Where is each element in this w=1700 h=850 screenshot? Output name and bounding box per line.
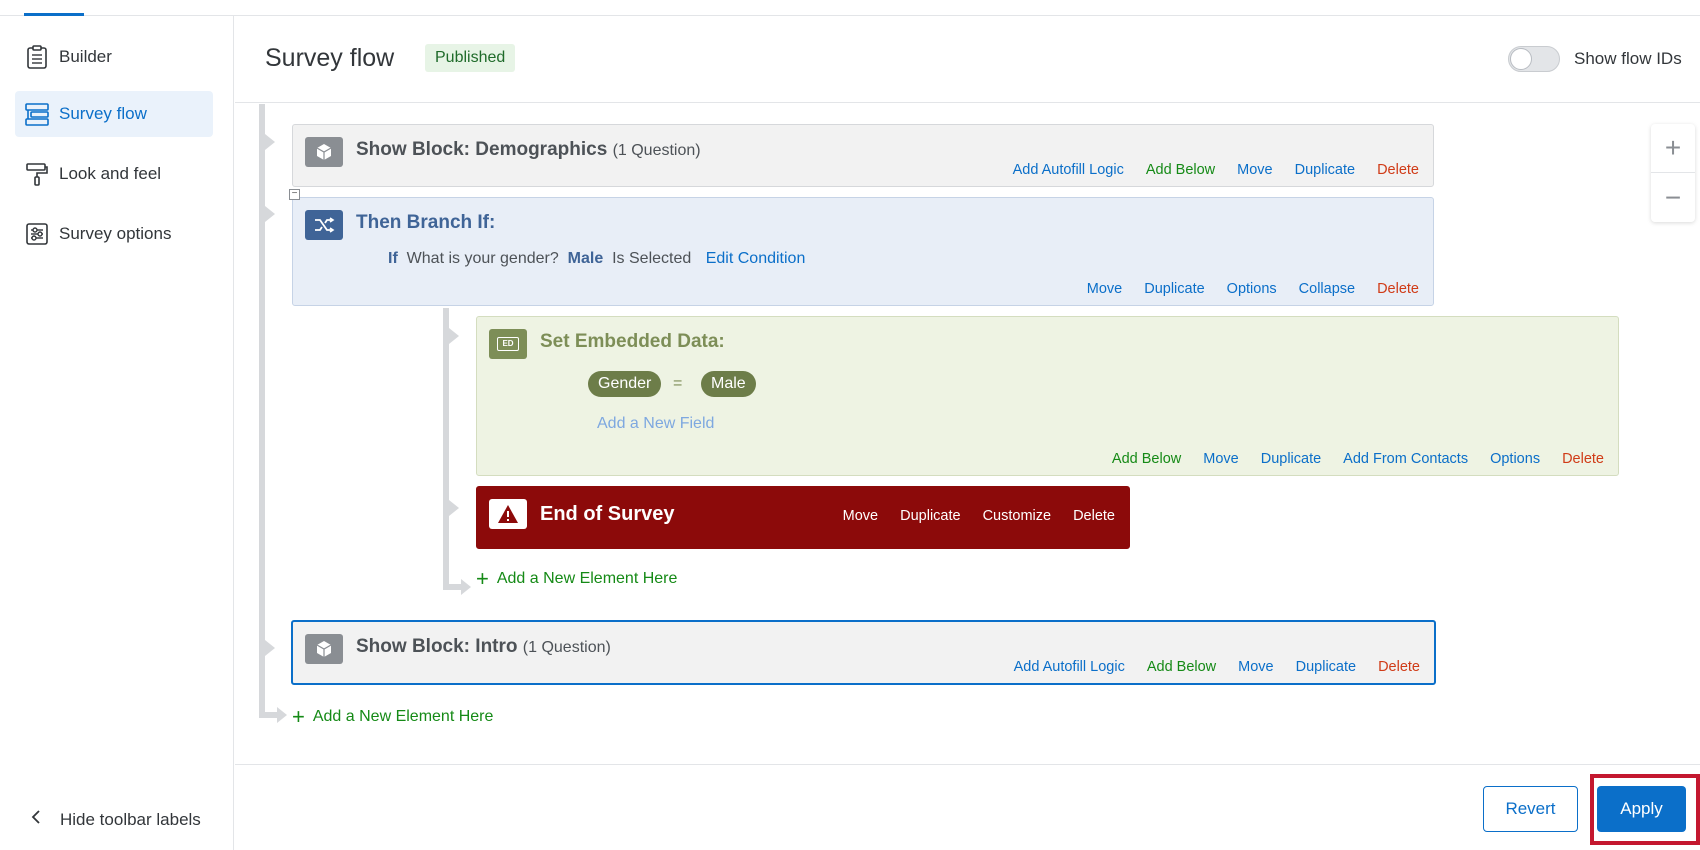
branch-icon (305, 210, 343, 240)
add-below-link[interactable]: Add Below (1112, 451, 1181, 467)
add-below-link[interactable]: Add Below (1146, 162, 1215, 178)
customize-link[interactable]: Customize (983, 508, 1052, 524)
delete-link[interactable]: Delete (1562, 451, 1604, 467)
flow-arrow (277, 707, 287, 723)
status-badge: Published (425, 44, 516, 72)
add-new-element-branch[interactable]: + Add a New Element Here (476, 566, 678, 591)
flow-arrow (265, 640, 275, 656)
embedded-data-icon: ED (489, 329, 527, 359)
edit-condition-link[interactable]: Edit Condition (706, 250, 806, 267)
duplicate-link[interactable]: Duplicate (1144, 281, 1204, 297)
set-embedded-data-block[interactable]: ED Set Embedded Data: Gender = Male Add … (476, 316, 1619, 476)
flow-connector-main (259, 104, 265, 718)
apply-button[interactable]: Apply (1597, 786, 1686, 832)
chevron-left-icon (30, 809, 48, 830)
add-new-field-link[interactable]: Add a New Field (597, 415, 714, 433)
flow-connector-end (259, 712, 277, 718)
hide-toolbar-labels-button[interactable]: Hide toolbar labels (30, 809, 201, 830)
move-link[interactable]: Move (843, 508, 878, 524)
delete-link[interactable]: Delete (1377, 162, 1419, 178)
sidebar-item-label: Survey flow (59, 104, 147, 123)
warning-icon (489, 499, 527, 529)
collapse-toggle-icon[interactable]: − (289, 189, 300, 200)
flow-arrow (265, 206, 275, 222)
block-actions: Add Autofill Logic Add Below Move Duplic… (1014, 659, 1420, 675)
flow-arrow (449, 328, 459, 344)
delete-link[interactable]: Delete (1073, 508, 1115, 524)
flow-connector-branch (443, 308, 449, 590)
flow-canvas: Show Block: Demographics (1 Question) Ad… (235, 104, 1700, 764)
clipboard-icon (25, 45, 49, 69)
page-title: Survey flow (265, 44, 395, 72)
branch-condition: If What is your gender? Male Is Selected… (388, 250, 806, 267)
block-title: Then Branch If: (356, 212, 496, 233)
move-link[interactable]: Move (1203, 451, 1238, 467)
flow-arrow (265, 134, 275, 150)
show-flow-ids-toggle[interactable] (1508, 46, 1560, 72)
zoom-out-icon[interactable]: − (1651, 173, 1695, 222)
add-new-element-text: Add a New Element Here (496, 570, 678, 587)
sidebar-item-builder[interactable]: Builder (15, 34, 213, 80)
block-actions: Move Duplicate Options Collapse Delete (1087, 281, 1419, 297)
revert-button[interactable]: Revert (1483, 786, 1578, 832)
block-actions: Add Below Move Duplicate Add From Contac… (1112, 451, 1604, 467)
flow-connector-branch-end (443, 584, 461, 590)
flow-arrow (449, 500, 459, 516)
cube-icon (305, 137, 343, 167)
sliders-icon (25, 222, 49, 246)
add-from-contacts-link[interactable]: Add From Contacts (1343, 451, 1468, 467)
sidebar: Builder Survey flow Look and feel Survey… (0, 16, 234, 850)
delete-link[interactable]: Delete (1378, 659, 1420, 675)
page-header: Survey flow Published Show flow IDs (235, 16, 1700, 103)
branch-block[interactable]: Then Branch If: If What is your gender? … (292, 197, 1434, 306)
add-below-link[interactable]: Add Below (1147, 659, 1216, 675)
plus-icon: + (292, 704, 305, 729)
zoom-in-icon[interactable]: + (1651, 124, 1695, 173)
flow-arrow (461, 579, 471, 595)
show-flow-ids-label: Show flow IDs (1574, 49, 1682, 68)
flow-icon (25, 102, 49, 126)
embedded-value-pill[interactable]: Male (701, 371, 756, 397)
block-title: End of Survey (540, 503, 675, 525)
sidebar-item-label: Survey options (59, 224, 172, 243)
toggle-knob (1510, 48, 1532, 70)
cube-icon (305, 634, 343, 664)
delete-link[interactable]: Delete (1377, 281, 1419, 297)
equals-sign: = (673, 375, 683, 392)
paint-roller-icon (25, 162, 49, 186)
block-title: Show Block: Demographics (1 Question) (356, 139, 701, 160)
block-actions: Move Duplicate Customize Delete (843, 508, 1115, 524)
show-block-demographics[interactable]: Show Block: Demographics (1 Question) Ad… (292, 124, 1434, 187)
add-autofill-logic-link[interactable]: Add Autofill Logic (1014, 659, 1125, 675)
block-title: Set Embedded Data: (540, 331, 725, 352)
plus-icon: + (476, 566, 489, 591)
duplicate-link[interactable]: Duplicate (900, 508, 960, 524)
add-new-element-main[interactable]: + Add a New Element Here (292, 704, 494, 729)
move-link[interactable]: Move (1238, 659, 1273, 675)
embedded-field-pill[interactable]: Gender (588, 371, 662, 397)
sidebar-item-label: Look and feel (59, 164, 162, 183)
footer-bar: Revert Apply (235, 764, 1700, 850)
sidebar-item-look-and-feel[interactable]: Look and feel (15, 151, 213, 197)
sidebar-item-label: Builder (59, 47, 112, 66)
end-of-survey-block[interactable]: End of Survey Move Duplicate Customize D… (476, 486, 1130, 549)
collapse-link[interactable]: Collapse (1299, 281, 1355, 297)
zoom-controls: + − (1651, 124, 1695, 222)
move-link[interactable]: Move (1237, 162, 1272, 178)
hide-toolbar-labels-text: Hide toolbar labels (60, 809, 201, 829)
duplicate-link[interactable]: Duplicate (1261, 451, 1321, 467)
duplicate-link[interactable]: Duplicate (1296, 659, 1356, 675)
move-link[interactable]: Move (1087, 281, 1122, 297)
duplicate-link[interactable]: Duplicate (1295, 162, 1355, 178)
options-link[interactable]: Options (1490, 451, 1540, 467)
block-actions: Add Autofill Logic Add Below Move Duplic… (1013, 162, 1419, 178)
options-link[interactable]: Options (1227, 281, 1277, 297)
add-new-element-text: Add a New Element Here (312, 708, 494, 725)
top-tab-strip (0, 0, 1700, 16)
sidebar-item-survey-flow[interactable]: Survey flow (15, 91, 213, 137)
add-autofill-logic-link[interactable]: Add Autofill Logic (1013, 162, 1124, 178)
sidebar-item-survey-options[interactable]: Survey options (15, 211, 213, 257)
block-title: Show Block: Intro (1 Question) (356, 636, 611, 657)
show-block-intro[interactable]: Show Block: Intro (1 Question) Add Autof… (291, 620, 1436, 685)
